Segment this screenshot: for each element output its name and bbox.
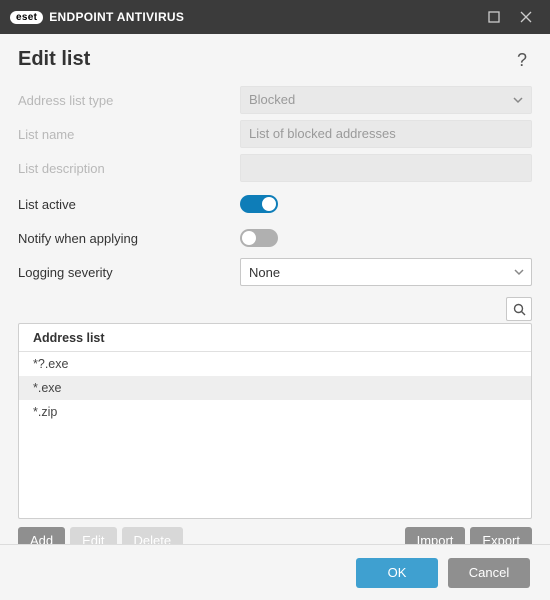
help-button[interactable]: ?	[512, 50, 532, 70]
titlebar: eset ENDPOINT ANTIVIRUS	[0, 0, 550, 34]
table-row[interactable]: *?.exe	[19, 352, 531, 376]
content: Edit list ? Address list type Blocked Li…	[0, 34, 550, 553]
table-body: *?.exe*.exe*.zip	[19, 352, 531, 424]
severity-select[interactable]: None	[240, 258, 532, 286]
table-row[interactable]: *.zip	[19, 400, 531, 424]
maximize-button[interactable]	[478, 0, 510, 34]
active-toggle[interactable]	[240, 195, 278, 213]
table-header[interactable]: Address list	[19, 324, 531, 352]
ok-button[interactable]: OK	[356, 558, 438, 588]
cancel-button[interactable]: Cancel	[448, 558, 530, 588]
chevron-down-icon	[513, 95, 523, 105]
search-button[interactable]	[506, 297, 532, 321]
close-icon	[520, 11, 532, 23]
search-icon	[513, 303, 526, 316]
type-value: Blocked	[249, 92, 295, 107]
active-label: List active	[18, 197, 240, 212]
close-button[interactable]	[510, 0, 542, 34]
name-label: List name	[18, 127, 240, 142]
table-row[interactable]: *.exe	[19, 376, 531, 400]
type-select: Blocked	[240, 86, 532, 114]
severity-label: Logging severity	[18, 265, 240, 280]
brand-badge: eset	[10, 11, 43, 24]
desc-field	[240, 154, 532, 182]
toggle-knob	[242, 231, 256, 245]
type-label: Address list type	[18, 93, 240, 108]
footer: OK Cancel	[0, 544, 550, 600]
page-title: Edit list	[18, 48, 512, 71]
desc-label: List description	[18, 161, 240, 176]
name-value: List of blocked addresses	[249, 126, 396, 141]
name-field: List of blocked addresses	[240, 120, 532, 148]
brand-text: ENDPOINT ANTIVIRUS	[49, 10, 184, 24]
notify-toggle[interactable]	[240, 229, 278, 247]
brand: eset ENDPOINT ANTIVIRUS	[10, 10, 184, 24]
address-table: Address list *?.exe*.exe*.zip	[18, 323, 532, 519]
square-icon	[488, 11, 500, 23]
notify-label: Notify when applying	[18, 231, 240, 246]
toggle-knob	[262, 197, 276, 211]
